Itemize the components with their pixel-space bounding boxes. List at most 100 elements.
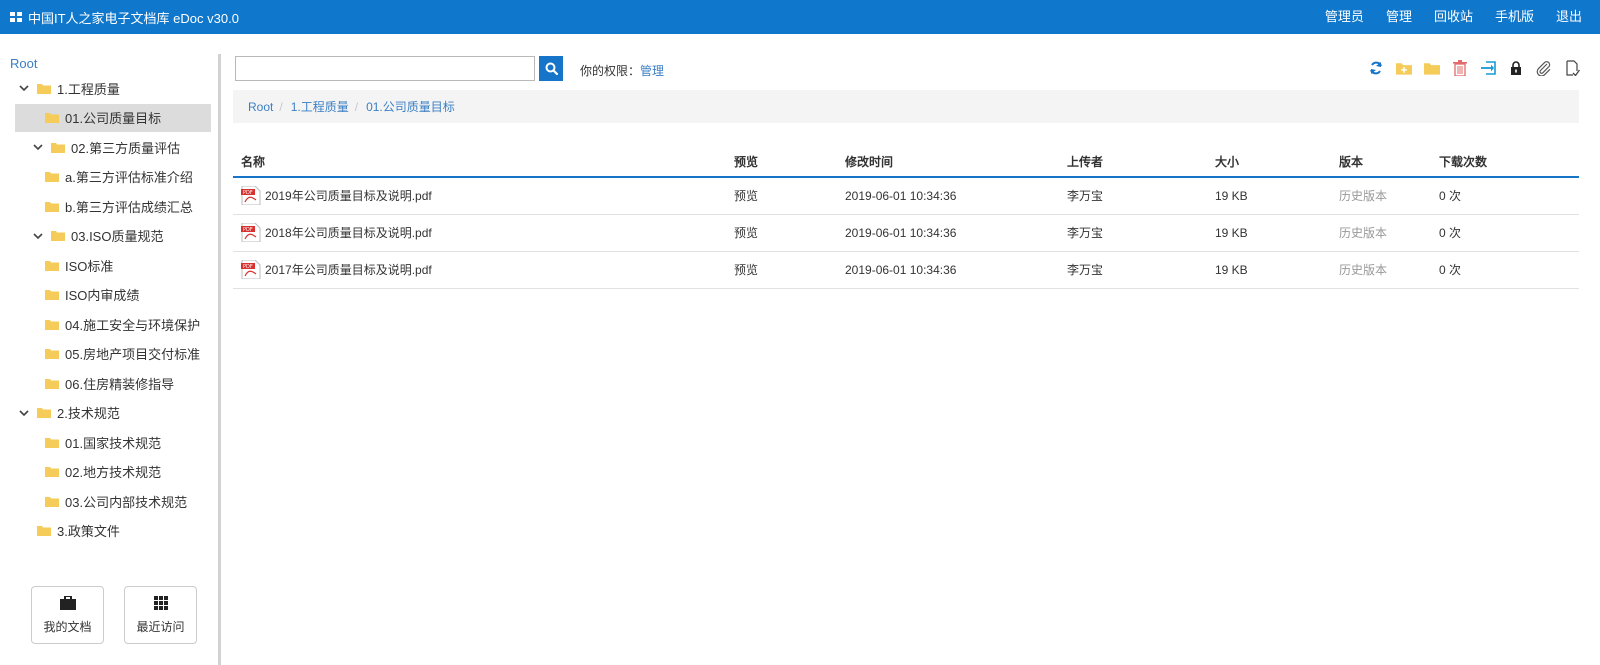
move-button[interactable] xyxy=(1480,60,1496,76)
tree-item[interactable]: 06.住房精装修指导 xyxy=(45,369,174,397)
tree-item[interactable]: 04.施工安全与环境保护 xyxy=(45,310,200,338)
breadcrumb-level-1[interactable]: 1.工程质量 xyxy=(291,98,349,115)
file-name-link[interactable]: PDF 2017年公司质量目标及说明.pdf xyxy=(241,260,726,279)
tree-item-label: 02.地方技术规范 xyxy=(65,465,162,480)
folder-icon xyxy=(37,526,51,536)
cell-uploader: 李万宝 xyxy=(1059,251,1207,289)
delete-button[interactable] xyxy=(1452,60,1468,76)
sidebar-divider[interactable] xyxy=(218,54,221,665)
chevron-down-icon[interactable] xyxy=(33,231,43,241)
permission-value[interactable]: 管理 xyxy=(640,64,664,78)
svg-text:PDF: PDF xyxy=(243,190,253,196)
tree-item[interactable]: a.第三方评估标准介绍 xyxy=(45,163,193,191)
grid-icon xyxy=(153,595,168,610)
breadcrumb-level-2[interactable]: 01.公司质量目标 xyxy=(366,98,455,115)
search-button[interactable] xyxy=(539,56,563,81)
tree-item[interactable]: 01.公司质量目标 xyxy=(15,103,211,132)
open-folder-button[interactable] xyxy=(1424,60,1440,76)
uploader-value: 李万宝 xyxy=(1067,263,1104,277)
pdf-file-icon: PDF xyxy=(241,223,261,242)
downloads-value: 0 次 xyxy=(1439,263,1462,277)
nav-recycle-bin[interactable]: 回收站 xyxy=(1434,6,1473,25)
cell-size: 19 KB xyxy=(1207,214,1331,252)
cell-downloads: 0 次 xyxy=(1431,251,1579,289)
folder-icon xyxy=(51,231,65,241)
tree-item[interactable]: 3.政策文件 xyxy=(37,517,120,545)
recent-button[interactable]: 最近访问 xyxy=(124,586,197,644)
cell-preview: 预览 xyxy=(726,251,837,289)
col-header-version[interactable]: 版本 xyxy=(1331,147,1431,178)
table-row[interactable]: PDF 2017年公司质量目标及说明.pdf 预览 2019-06-01 10:34:… xyxy=(233,251,1579,289)
version-history-link[interactable]: 历史版本 xyxy=(1339,263,1387,277)
tree-item-label: 06.住房精装修指导 xyxy=(65,376,175,392)
new-folder-icon xyxy=(1396,63,1412,75)
table-row[interactable]: PDF 2018年公司质量目标及说明.pdf 预览 2019-06-01 10:34:… xyxy=(233,214,1579,252)
tree-item[interactable]: 02.地方技术规范 xyxy=(45,458,161,486)
breadcrumb-root[interactable]: Root xyxy=(248,100,273,114)
refresh-icon xyxy=(1370,61,1382,75)
downloads-value: 0 次 xyxy=(1439,189,1462,204)
file-name-link[interactable]: PDF 2018年公司质量目标及说明.pdf xyxy=(241,223,726,242)
chevron-down-icon[interactable] xyxy=(19,83,29,93)
refresh-button[interactable] xyxy=(1368,60,1384,76)
version-history-link[interactable]: 历史版本 xyxy=(1339,226,1387,240)
tree-item[interactable]: 2.技术规范 xyxy=(19,399,120,427)
tree-item-label: ISO标准 xyxy=(65,258,114,274)
tree-item[interactable]: 1.工程质量 xyxy=(19,74,120,102)
tree-root[interactable]: Root xyxy=(10,56,37,71)
col-header-modified[interactable]: 修改时间 xyxy=(837,147,1059,178)
version-history-link[interactable]: 历史版本 xyxy=(1339,189,1387,203)
size-value: 19 KB xyxy=(1215,188,1248,203)
lock-button[interactable] xyxy=(1508,60,1524,76)
app-title: 中国IT人之家电子文档库 eDoc v30.0 xyxy=(28,10,239,26)
preview-link[interactable]: 预览 xyxy=(734,226,758,240)
recent-label: 最近访问 xyxy=(136,619,185,634)
preview-link[interactable]: 预览 xyxy=(734,263,758,277)
file-name-link[interactable]: PDF 2019年公司质量目标及说明.pdf xyxy=(241,186,726,206)
top-bar: 中国IT人之家电子文档库 eDoc v30.0 管理员 管理 回收站 手机版 退… xyxy=(0,0,1600,34)
col-header-size[interactable]: 大小 xyxy=(1207,147,1331,178)
tree-item[interactable]: 01.国家技术规范 xyxy=(45,428,161,456)
sidebar: Root 1.工程质量 01.公司质量目标 02.第三方质量评估 a.第三方评估标准介… xyxy=(0,34,215,665)
table-header-row: 名称 预览 修改时间 上传者 大小 版本 下载次数 xyxy=(233,147,1579,178)
tree-item[interactable]: 02.第三方质量评估 xyxy=(33,133,180,161)
cell-name: PDF 2018年公司质量目标及说明.pdf xyxy=(233,214,726,252)
tree-item[interactable]: 03.ISO质量规范 xyxy=(33,222,163,250)
tree-item[interactable]: b.第三方评估成绩汇总 xyxy=(45,192,193,220)
breadcrumb: Root / 1.工程质量 / 01.公司质量目标 xyxy=(233,90,1579,123)
svg-text:PDF: PDF xyxy=(243,264,253,270)
tree-item[interactable]: 05.房地产项目交付标准 xyxy=(45,340,200,368)
upload-button[interactable] xyxy=(1564,60,1580,76)
size-value: 19 KB xyxy=(1215,262,1248,277)
col-header-preview[interactable]: 预览 xyxy=(726,147,837,178)
nav-mobile[interactable]: 手机版 xyxy=(1495,6,1534,25)
col-header-downloads[interactable]: 下载次数 xyxy=(1431,147,1579,178)
chevron-down-icon[interactable] xyxy=(19,408,29,418)
preview-link[interactable]: 预览 xyxy=(734,189,758,203)
attach-button[interactable] xyxy=(1536,60,1552,76)
table-row[interactable]: PDF 2019年公司质量目标及说明.pdf 预览 2019-06-01 10:34:… xyxy=(233,177,1579,215)
app-brand[interactable]: 中国IT人之家电子文档库 eDoc v30.0 xyxy=(10,0,239,34)
downloads-value: 0 次 xyxy=(1439,226,1462,240)
new-folder-button[interactable] xyxy=(1396,60,1412,76)
col-header-uploader[interactable]: 上传者 xyxy=(1059,147,1207,178)
permission-label: 你的权限： xyxy=(580,64,641,78)
tree-item-label: ISO内审成绩 xyxy=(65,288,140,303)
tree-item-label: 3.政策文件 xyxy=(57,524,120,539)
tree-item[interactable]: ISO标准 xyxy=(45,251,113,279)
tree-item[interactable]: 03.公司内部技术规范 xyxy=(45,487,187,515)
top-nav: 管理员 管理 回收站 手机版 退出 xyxy=(1325,0,1582,30)
permission-info: 你的权限：管理 xyxy=(580,62,664,79)
col-header-name[interactable]: 名称 xyxy=(233,147,726,178)
cell-version: 历史版本 xyxy=(1331,177,1431,215)
nav-manage[interactable]: 管理 xyxy=(1386,6,1412,25)
nav-logout[interactable]: 退出 xyxy=(1556,6,1582,25)
tree-item-label: 01.公司质量目标 xyxy=(65,111,162,126)
search-input[interactable] xyxy=(235,56,535,81)
nav-admin[interactable]: 管理员 xyxy=(1325,6,1364,25)
chevron-down-icon[interactable] xyxy=(33,142,43,152)
my-docs-button[interactable]: 我的文档 xyxy=(31,586,104,644)
upload-icon xyxy=(1565,60,1580,76)
tree-item[interactable]: ISO内审成绩 xyxy=(45,281,139,309)
cell-version: 历史版本 xyxy=(1331,251,1431,289)
